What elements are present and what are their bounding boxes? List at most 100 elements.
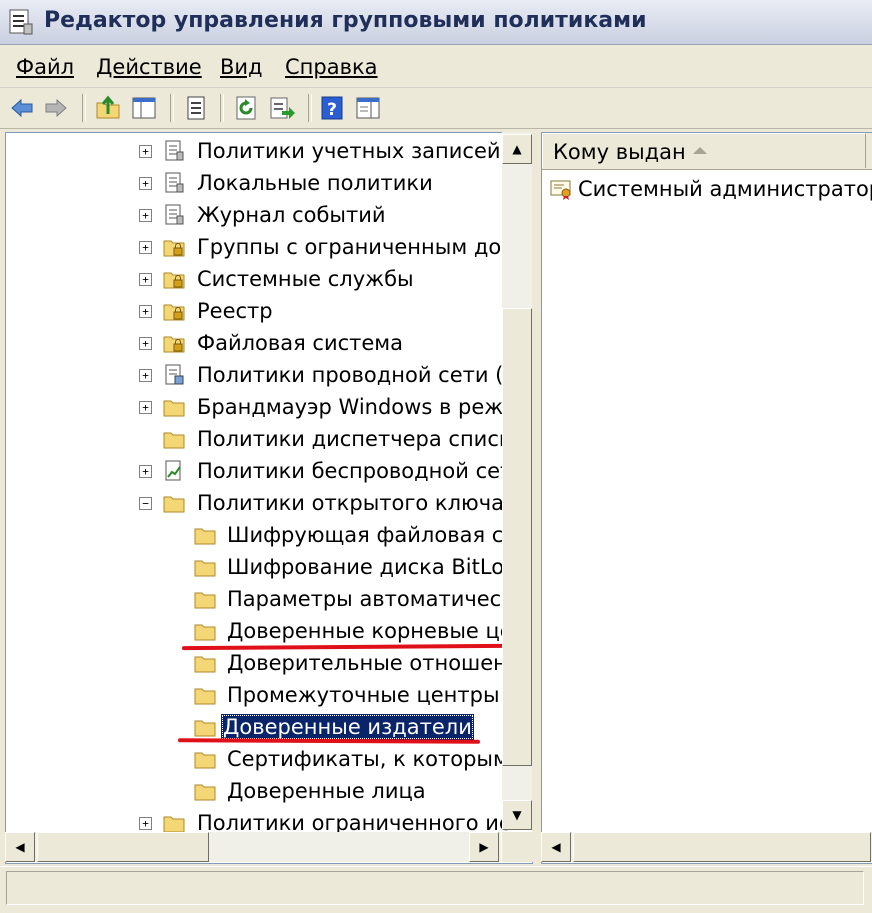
menu-bar: Файл Действие Вид Справка: [0, 45, 872, 88]
expand-toggle[interactable]: +: [139, 273, 152, 286]
scroll-left-button[interactable]: ◀: [541, 832, 571, 862]
tree-item-label: Политики учетных записей: [197, 139, 501, 163]
tree-horizontal-scrollbar[interactable]: ◀ ▶: [5, 832, 501, 862]
sort-ascending-icon: [693, 147, 707, 154]
toolbar-separator: [82, 94, 86, 122]
tree-row[interactable]: Политики диспетчера списка: [6, 425, 524, 455]
wireless-policy-icon: [165, 460, 181, 481]
tree-item-label: Политики беспроводной сети: [197, 459, 526, 483]
tree-item-label: Реестр: [197, 299, 273, 323]
column-header-label: Кому выдан: [553, 140, 686, 164]
expand-toggle[interactable]: +: [139, 209, 152, 222]
tree-row[interactable]: + Политики учетных записей: [6, 137, 506, 167]
folder-icon: [163, 496, 185, 513]
show-action-pane-icon[interactable]: [354, 94, 382, 122]
window-title: Редактор управления групповыми политикам…: [44, 8, 647, 33]
network-policy-icon: [165, 364, 184, 385]
toolbar-separator: [220, 94, 224, 122]
locked-folder-icon: [163, 304, 185, 321]
expand-toggle[interactable]: +: [139, 369, 152, 382]
tree-row[interactable]: + Системные службы: [6, 265, 506, 295]
toolbar-separator: [308, 94, 312, 122]
scroll-right-button[interactable]: ▶: [469, 832, 499, 862]
expand-toggle[interactable]: +: [139, 817, 152, 830]
collapse-toggle[interactable]: −: [139, 497, 152, 510]
menu-view[interactable]: Вид: [220, 55, 263, 79]
expand-toggle[interactable]: +: [139, 401, 152, 414]
toolbar: ?: [0, 88, 872, 129]
show-hide-tree-icon[interactable]: [130, 94, 158, 122]
tree-row[interactable]: + Политики беспроводной сети: [6, 457, 526, 487]
tree-row[interactable]: + Брандмауэр Windows в режим: [6, 393, 532, 423]
tree-row[interactable]: Сертификаты, к которым: [6, 745, 509, 775]
policy-sheet-icon: [165, 140, 184, 161]
tree-row[interactable]: − Политики открытого ключа: [6, 489, 506, 519]
tree-row[interactable]: Доверительные отношени: [6, 649, 521, 679]
tree-vertical-scrollbar[interactable]: ▲ ▼: [502, 132, 532, 830]
tree-item-label: Шифрующая файловая сис: [227, 523, 529, 547]
tree-row[interactable]: + Локальные политики: [6, 169, 506, 199]
details-pane: Кому выдан Системный администратор: [541, 132, 872, 864]
tree-row[interactable]: Доверенные лица: [6, 777, 506, 807]
details-horizontal-scrollbar[interactable]: ◀: [541, 832, 872, 862]
tree-item-label: Доверенные лица: [227, 779, 426, 803]
list-item-label: Системный администратор: [578, 177, 872, 201]
tree-item-label: Политики открытого ключа: [197, 491, 504, 515]
scroll-up-button[interactable]: ▲: [502, 134, 532, 164]
tree-item-label: Сертификаты, к которым: [227, 747, 509, 771]
menu-file[interactable]: Файл: [16, 55, 74, 79]
certificate-icon: [550, 180, 571, 200]
folder-icon: [194, 560, 216, 577]
tree-item-label-selected: Доверенные издатели: [221, 714, 474, 740]
export-list-icon[interactable]: [268, 94, 296, 122]
tree-row[interactable]: Параметры автоматическо: [6, 585, 527, 615]
pane-splitter[interactable]: [532, 132, 540, 862]
scroll-thumb[interactable]: [573, 832, 871, 862]
tree-row[interactable]: Доверенные корневые цен: [6, 617, 526, 647]
expand-toggle[interactable]: +: [139, 241, 152, 254]
expand-toggle[interactable]: +: [139, 177, 152, 190]
column-header-issued-to[interactable]: Кому выдан: [542, 133, 866, 168]
column-header-row: Кому выдан: [542, 133, 872, 170]
tree-item-label: Группы с ограниченным дост: [197, 235, 525, 259]
expand-toggle[interactable]: +: [139, 145, 152, 158]
scroll-down-button[interactable]: ▼: [502, 800, 532, 830]
tree-row[interactable]: + Журнал событий: [6, 201, 506, 231]
menu-action[interactable]: Действие: [96, 55, 202, 79]
expand-toggle[interactable]: +: [139, 337, 152, 350]
properties-icon[interactable]: [182, 94, 210, 122]
tree-item-label: Файловая система: [197, 331, 404, 355]
status-bar: [0, 866, 872, 913]
tree-row[interactable]: Шифрующая файловая сис: [6, 521, 529, 551]
expand-toggle[interactable]: +: [139, 305, 152, 318]
back-icon[interactable]: [8, 94, 36, 122]
folder-icon: [163, 816, 185, 833]
tree-row[interactable]: Промежуточные центры с: [6, 681, 518, 711]
up-folder-icon[interactable]: [94, 94, 122, 122]
scroll-corner: [502, 832, 532, 862]
menu-help[interactable]: Справка: [285, 55, 378, 79]
folder-icon: [194, 624, 216, 641]
tree-item-label: Доверительные отношени: [227, 651, 521, 675]
console-tree[interactable]: + Политики учетных записей + Локальные п…: [5, 132, 533, 864]
tree-row[interactable]: + Реестр: [6, 297, 506, 327]
scroll-thumb[interactable]: [37, 832, 209, 862]
tree-row[interactable]: Шифрование диска BitLock: [6, 553, 528, 583]
help-icon[interactable]: ?: [318, 94, 346, 122]
toolbar-separator: [170, 94, 174, 122]
forward-icon[interactable]: [42, 94, 70, 122]
tree-item-label: Политики проводной сети (IE: [197, 363, 523, 387]
tree-item-label: Доверенные корневые цен: [227, 619, 527, 643]
expand-toggle[interactable]: +: [139, 465, 152, 478]
refresh-icon[interactable]: [232, 94, 260, 122]
tree-item-label: Промежуточные центры с: [227, 683, 518, 707]
tree-item-label: Параметры автоматическо: [227, 587, 527, 611]
scroll-thumb[interactable]: [502, 308, 532, 766]
scroll-left-button[interactable]: ◀: [5, 832, 35, 862]
folder-icon: [194, 592, 216, 609]
title-bar: Редактор управления групповыми политикам…: [0, 0, 872, 45]
tree-row[interactable]: + Политики проводной сети (IE: [6, 361, 523, 391]
tree-row[interactable]: + Файловая система: [6, 329, 506, 359]
tree-row[interactable]: + Группы с ограниченным дост: [6, 233, 525, 263]
tree-item-label: Журнал событий: [197, 203, 386, 227]
